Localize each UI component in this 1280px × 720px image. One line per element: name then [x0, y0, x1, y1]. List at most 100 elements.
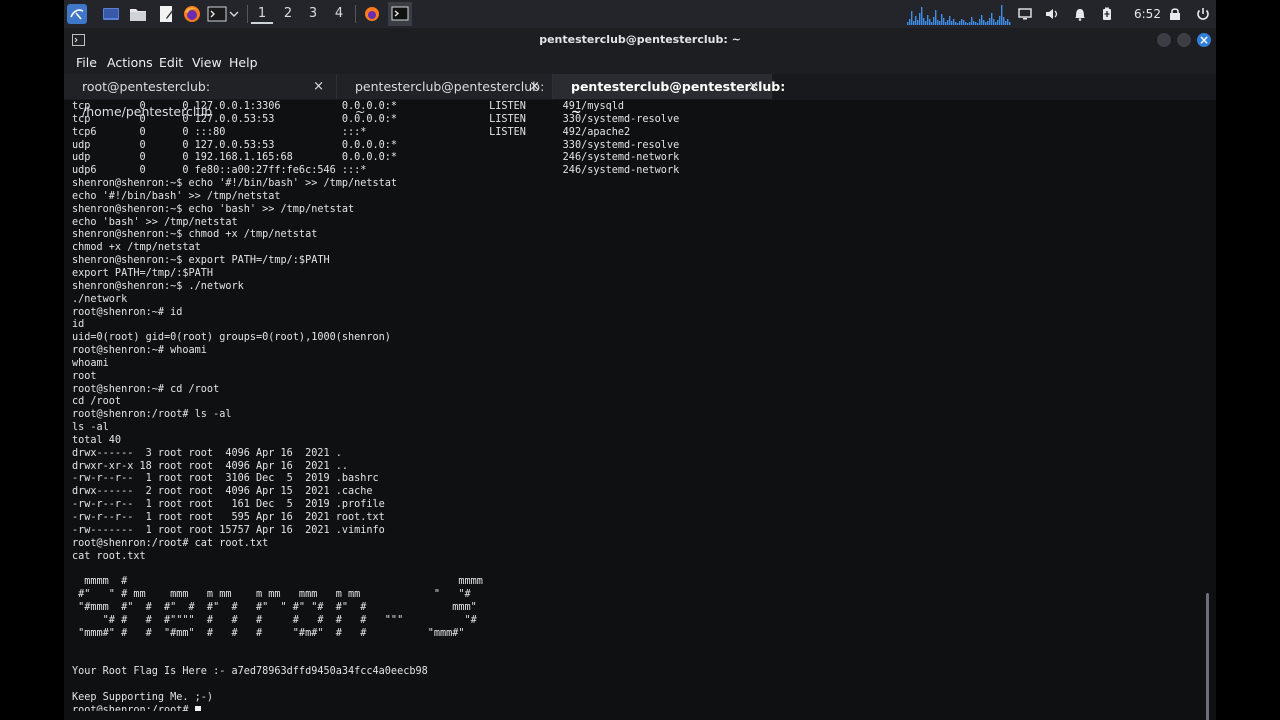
- scrollbar[interactable]: [1206, 593, 1209, 720]
- kali-menu-icon[interactable]: [67, 4, 87, 24]
- tab-root-home[interactable]: root@pentesterclub: /home/pentesterclub …: [64, 74, 337, 119]
- desktop-icon[interactable]: [101, 4, 121, 24]
- terminal-icon[interactable]: [207, 4, 227, 24]
- text-editor-icon[interactable]: [156, 4, 176, 24]
- firefox-icon[interactable]: [182, 4, 202, 24]
- terminal-line: "#mmm #" # #" # #" # #" " #" "# #" # mmm…: [72, 601, 477, 613]
- workspace-4[interactable]: 4: [328, 4, 350, 24]
- terminal-output[interactable]: tcp 0 0 127.0.0.1:3306 0.0.0.0:* LISTEN …: [72, 101, 1202, 711]
- network-bar: [943, 18, 945, 25]
- close-tab-icon[interactable]: ×: [529, 74, 540, 99]
- display-icon[interactable]: [1017, 6, 1033, 22]
- network-bar: [973, 21, 975, 25]
- terminal-line: root: [72, 370, 97, 382]
- network-bar: [953, 19, 955, 25]
- workspace-1[interactable]: 1: [251, 4, 273, 24]
- menu-edit[interactable]: Edit: [159, 52, 183, 74]
- panel-separator: [355, 5, 356, 23]
- terminal-line: udp6 0 0 fe80::a00:27ff:fe6c:546 :::* 24…: [72, 165, 680, 177]
- network-bar: [981, 15, 983, 25]
- maximize-button[interactable]: [1177, 33, 1191, 47]
- menu-file[interactable]: File: [76, 52, 97, 74]
- terminal-line: root@shenron:/root# cat root.txt: [72, 537, 269, 549]
- terminal-line: -rw------- 1 root root 15757 Apr 16 2021…: [72, 524, 385, 536]
- menu-view[interactable]: View: [192, 52, 222, 74]
- menu-help[interactable]: Help: [229, 52, 258, 74]
- clock[interactable]: 6:52: [1134, 0, 1161, 28]
- terminal-line: udp 0 0 127.0.0.53:53 0.0.0.0:* 330/syst…: [72, 139, 680, 151]
- firefox-task-icon[interactable]: [362, 4, 382, 24]
- top-panel: 1 2 3 4 6:52: [64, 0, 1216, 28]
- window-title: pentesterclub@pentesterclub: ~: [539, 33, 741, 46]
- files-icon[interactable]: [128, 4, 148, 24]
- network-bar: [1005, 21, 1007, 25]
- terminal-line: cat root.txt: [72, 550, 146, 562]
- terminal-line: shenron@shenron:~$ export PATH=/tmp/:$PA…: [72, 255, 330, 267]
- lock-icon[interactable]: [1167, 6, 1183, 22]
- terminal-line: root@shenron:/root# ls -al: [72, 409, 232, 421]
- network-bar: [917, 20, 919, 25]
- power-icon[interactable]: [1195, 6, 1211, 22]
- menu-actions[interactable]: Actions: [107, 52, 153, 74]
- network-bar: [927, 15, 929, 25]
- terminal-line: root@shenron:~# id: [72, 306, 183, 318]
- terminal-line: tcp 0 0 127.0.0.53:53 0.0.0.0:* LISTEN 3…: [72, 113, 680, 125]
- network-bar: [909, 19, 911, 25]
- minimize-button[interactable]: [1157, 33, 1171, 47]
- menu-bar: File Actions Edit View Help: [64, 52, 1216, 74]
- network-bar: [951, 21, 953, 25]
- terminal-line: whoami: [72, 357, 109, 369]
- network-bar: [991, 13, 993, 25]
- terminal-task-icon[interactable]: [388, 2, 412, 26]
- close-tab-icon[interactable]: ×: [313, 74, 324, 99]
- network-bar: [931, 22, 933, 25]
- terminal-line: udp 0 0 192.168.1.165:68 0.0.0.0:* 246/s…: [72, 152, 680, 164]
- close-tab-icon[interactable]: ×: [748, 74, 759, 99]
- network-bar: [963, 20, 965, 25]
- network-bar: [915, 16, 917, 25]
- network-bar: [969, 22, 971, 25]
- network-bar: [939, 21, 941, 25]
- network-bar: [945, 22, 947, 25]
- tab-pentesterclub-2[interactable]: pentesterclub@pentesterclub: ~ ×: [553, 74, 785, 119]
- network-bar: [975, 22, 977, 25]
- network-bar: [985, 22, 987, 25]
- terminal-line: id: [72, 319, 85, 331]
- terminal-line: Your Root Flag Is Here :- a7ed78963dffd9…: [72, 666, 428, 678]
- chevron-down-icon[interactable]: [227, 4, 241, 24]
- bell-icon[interactable]: [1072, 6, 1088, 22]
- network-bar: [933, 17, 935, 25]
- terminal-line: shenron@shenron:~$ echo 'bash' >> /tmp/n…: [72, 203, 355, 215]
- terminal-line: shenron@shenron:~$ echo '#!/bin/bash' >>…: [72, 178, 398, 190]
- terminal-line: total 40: [72, 434, 122, 446]
- terminal-line: mmmm # mmmm: [72, 576, 483, 588]
- terminal-line: -rw-r--r-- 1 root root 595 Apr 16 2021 r…: [72, 512, 385, 523]
- network-bar: [919, 13, 921, 25]
- network-bar: [979, 19, 981, 25]
- network-bar: [1003, 17, 1005, 25]
- network-bar: [977, 23, 979, 25]
- close-button[interactable]: ×: [1197, 33, 1211, 47]
- workspace-2[interactable]: 2: [277, 4, 299, 24]
- battery-icon[interactable]: [1099, 6, 1115, 22]
- terminal-line: ./network: [72, 293, 128, 305]
- volume-icon[interactable]: [1044, 6, 1060, 22]
- terminal-line: -rw-r--r-- 1 root root 3106 Dec 5 2019 .…: [72, 473, 379, 485]
- network-bar: [961, 19, 963, 25]
- terminal-line: root@shenron:/root#: [72, 704, 195, 711]
- network-graph-icon: [907, 5, 1011, 25]
- terminal-line: shenron@shenron:~$ ./network: [72, 280, 244, 292]
- window-titlebar[interactable]: pentesterclub@pentesterclub: ~ ×: [64, 28, 1216, 52]
- tab-pentesterclub-1[interactable]: pentesterclub@pentesterclub: ~ ×: [337, 74, 553, 119]
- terminal-line: cd /root: [72, 396, 122, 408]
- network-bar: [921, 7, 923, 25]
- terminal-line: drwx------ 3 root root 4096 Apr 16 2021 …: [72, 447, 342, 459]
- terminal-line: shenron@shenron:~$ chmod +x /tmp/netstat: [72, 229, 318, 241]
- network-bar: [955, 22, 957, 25]
- workspace-3[interactable]: 3: [302, 4, 324, 24]
- terminal-line: Keep Supporting Me. ;-): [72, 691, 214, 703]
- terminal-window: pentesterclub@pentesterclub: ~ × File Ac…: [64, 28, 1216, 720]
- terminal-line: root@shenron:~# whoami: [72, 345, 207, 357]
